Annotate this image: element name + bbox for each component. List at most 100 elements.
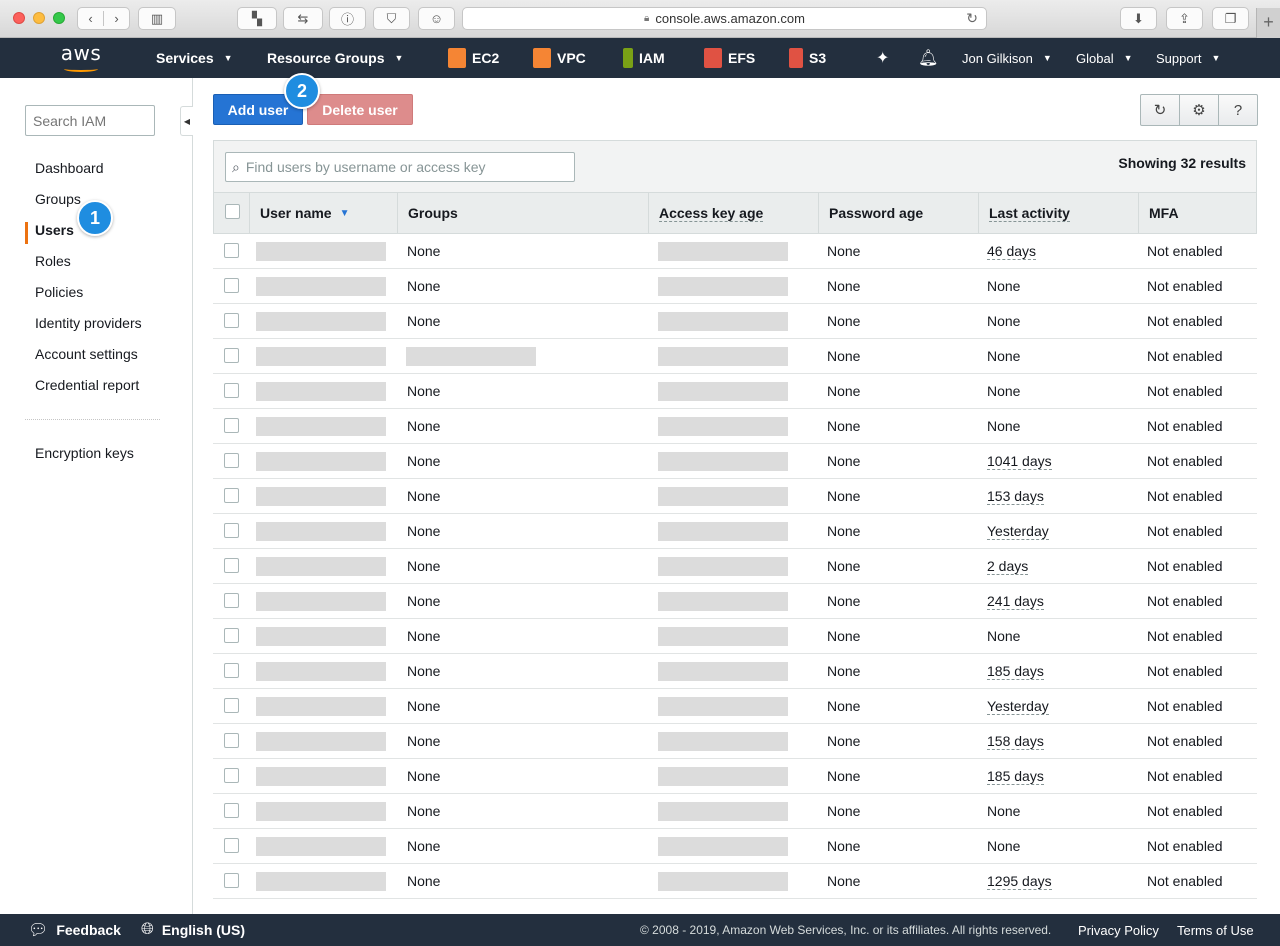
share-icon[interactable]: ⇪ bbox=[1166, 7, 1203, 30]
forward-icon[interactable]: › bbox=[104, 11, 129, 26]
download-icon[interactable]: ⬇ bbox=[1120, 7, 1157, 30]
redacted-user-name[interactable] bbox=[256, 732, 386, 751]
collapse-sidebar-icon[interactable]: ◀ bbox=[180, 106, 193, 136]
ghostery-icon[interactable]: ☺ bbox=[418, 7, 455, 30]
table-row[interactable]: None None 185 days Not enabled bbox=[213, 654, 1257, 689]
refresh-icon[interactable]: ↻ bbox=[1141, 95, 1179, 125]
column-mfa[interactable]: MFA bbox=[1138, 193, 1256, 233]
column-access-key-age[interactable]: Access key age bbox=[648, 193, 818, 233]
redacted-user-name[interactable] bbox=[256, 662, 386, 681]
redacted-user-name[interactable] bbox=[256, 382, 386, 401]
privacy-policy-link[interactable]: Privacy Policy bbox=[1078, 914, 1159, 946]
table-row[interactable]: None None Yesterday Not enabled bbox=[213, 514, 1257, 549]
table-row[interactable]: None None 1041 days Not enabled bbox=[213, 444, 1257, 479]
feedback-link[interactable]: 💬︎ Feedback bbox=[28, 914, 121, 946]
minimize-window-button[interactable] bbox=[33, 12, 45, 24]
row-checkbox[interactable] bbox=[224, 348, 239, 363]
table-row[interactable]: None None 185 days Not enabled bbox=[213, 759, 1257, 794]
sidebar-item-groups[interactable]: Groups bbox=[35, 191, 81, 207]
shield-icon[interactable]: ⛉ bbox=[373, 7, 410, 30]
table-row[interactable]: None None None Not enabled bbox=[213, 619, 1257, 654]
back-icon[interactable]: ‹ bbox=[78, 11, 104, 26]
reload-icon[interactable]: ↻ bbox=[966, 10, 978, 27]
bell-icon[interactable]: 🔔︎ bbox=[918, 38, 938, 78]
redacted-user-name[interactable] bbox=[256, 347, 386, 366]
table-row[interactable]: None None 153 days Not enabled bbox=[213, 479, 1257, 514]
sidebar-item-identity-providers[interactable]: Identity providers bbox=[35, 315, 142, 331]
shortcut-vpc[interactable]: VPC bbox=[533, 38, 586, 78]
row-checkbox[interactable] bbox=[224, 698, 239, 713]
new-tab-button[interactable]: + bbox=[1256, 8, 1280, 38]
redacted-user-name[interactable] bbox=[256, 697, 386, 716]
shortcut-efs[interactable]: EFS bbox=[704, 38, 755, 78]
extension-icon[interactable]: ▚ bbox=[237, 7, 277, 30]
sidebar-item-users[interactable]: Users bbox=[35, 222, 74, 238]
row-checkbox[interactable] bbox=[224, 523, 239, 538]
table-row[interactable]: None None 1295 days Not enabled bbox=[213, 864, 1257, 899]
gear-icon[interactable]: ⚙ bbox=[1179, 95, 1218, 125]
sync-icon[interactable]: ⇆ bbox=[283, 7, 323, 30]
table-row[interactable]: None None None Not enabled bbox=[213, 409, 1257, 444]
back-forward-buttons[interactable]: ‹ › bbox=[77, 7, 130, 30]
terms-of-use-link[interactable]: Terms of Use bbox=[1177, 914, 1254, 946]
help-icon[interactable]: ? bbox=[1218, 95, 1257, 125]
redacted-user-name[interactable] bbox=[256, 557, 386, 576]
zoom-window-button[interactable] bbox=[53, 12, 65, 24]
address-bar[interactable]: 🔒︎ console.aws.amazon.com ↻ bbox=[462, 7, 987, 30]
row-checkbox[interactable] bbox=[224, 488, 239, 503]
shortcut-iam[interactable]: IAM bbox=[623, 38, 665, 78]
table-row[interactable]: None None None Not enabled bbox=[213, 304, 1257, 339]
redacted-user-name[interactable] bbox=[256, 802, 386, 821]
redacted-user-name[interactable] bbox=[256, 417, 386, 436]
shortcut-s3[interactable]: S3 bbox=[789, 38, 826, 78]
row-checkbox[interactable] bbox=[224, 803, 239, 818]
table-row[interactable]: None None 2 days Not enabled bbox=[213, 549, 1257, 584]
support-menu[interactable]: Support ▼ bbox=[1156, 38, 1220, 78]
shortcut-ec2[interactable]: EC2 bbox=[448, 38, 499, 78]
row-checkbox[interactable] bbox=[224, 383, 239, 398]
account-menu[interactable]: Jon Gilkison ▼ bbox=[962, 38, 1052, 78]
row-checkbox[interactable] bbox=[224, 593, 239, 608]
row-checkbox[interactable] bbox=[224, 873, 239, 888]
row-checkbox[interactable] bbox=[224, 733, 239, 748]
table-row[interactable]: None None None Not enabled bbox=[213, 374, 1257, 409]
row-checkbox[interactable] bbox=[224, 313, 239, 328]
redacted-user-name[interactable] bbox=[256, 592, 386, 611]
find-users-field[interactable]: ⌕ Find users by username or access key bbox=[225, 152, 575, 182]
column-groups[interactable]: Groups bbox=[397, 193, 648, 233]
row-checkbox[interactable] bbox=[224, 243, 239, 258]
tabs-icon[interactable]: ❐ bbox=[1212, 7, 1249, 30]
column-password-age[interactable]: Password age bbox=[818, 193, 978, 233]
column-user-name[interactable]: User name ▼ bbox=[249, 193, 397, 233]
sidebar-item-credential-report[interactable]: Credential report bbox=[35, 377, 139, 393]
redacted-user-name[interactable] bbox=[256, 487, 386, 506]
redacted-user-name[interactable] bbox=[256, 837, 386, 856]
row-checkbox[interactable] bbox=[224, 558, 239, 573]
region-menu[interactable]: Global ▼ bbox=[1076, 38, 1133, 78]
sidebar-item-account-settings[interactable]: Account settings bbox=[35, 346, 138, 362]
search-iam-input[interactable] bbox=[25, 105, 155, 136]
redacted-user-name[interactable] bbox=[256, 277, 386, 296]
row-checkbox[interactable] bbox=[224, 418, 239, 433]
row-checkbox[interactable] bbox=[224, 663, 239, 678]
pin-icon[interactable]: ✦ bbox=[876, 38, 889, 78]
row-checkbox[interactable] bbox=[224, 453, 239, 468]
redacted-user-name[interactable] bbox=[256, 872, 386, 891]
table-row[interactable]: None None Yesterday Not enabled bbox=[213, 689, 1257, 724]
delete-user-button[interactable]: Delete user bbox=[307, 94, 413, 125]
row-checkbox[interactable] bbox=[224, 768, 239, 783]
aws-logo[interactable]: aws bbox=[60, 38, 102, 78]
redacted-user-name[interactable] bbox=[256, 242, 386, 261]
redacted-user-name[interactable] bbox=[256, 452, 386, 471]
column-last-activity[interactable]: Last activity bbox=[978, 193, 1138, 233]
table-row[interactable]: None None 158 days Not enabled bbox=[213, 724, 1257, 759]
table-row[interactable]: None None None Not enabled bbox=[213, 269, 1257, 304]
redacted-user-name[interactable] bbox=[256, 767, 386, 786]
services-menu[interactable]: Services ▼ bbox=[156, 38, 233, 78]
sidebar-item-roles[interactable]: Roles bbox=[35, 253, 71, 269]
sidebar-item-policies[interactable]: Policies bbox=[35, 284, 83, 300]
row-checkbox[interactable] bbox=[224, 278, 239, 293]
language-selector[interactable]: 🌐︎ English (US) bbox=[141, 914, 245, 946]
sidebar-item-encryption-keys[interactable]: Encryption keys bbox=[35, 445, 134, 461]
row-checkbox[interactable] bbox=[224, 628, 239, 643]
